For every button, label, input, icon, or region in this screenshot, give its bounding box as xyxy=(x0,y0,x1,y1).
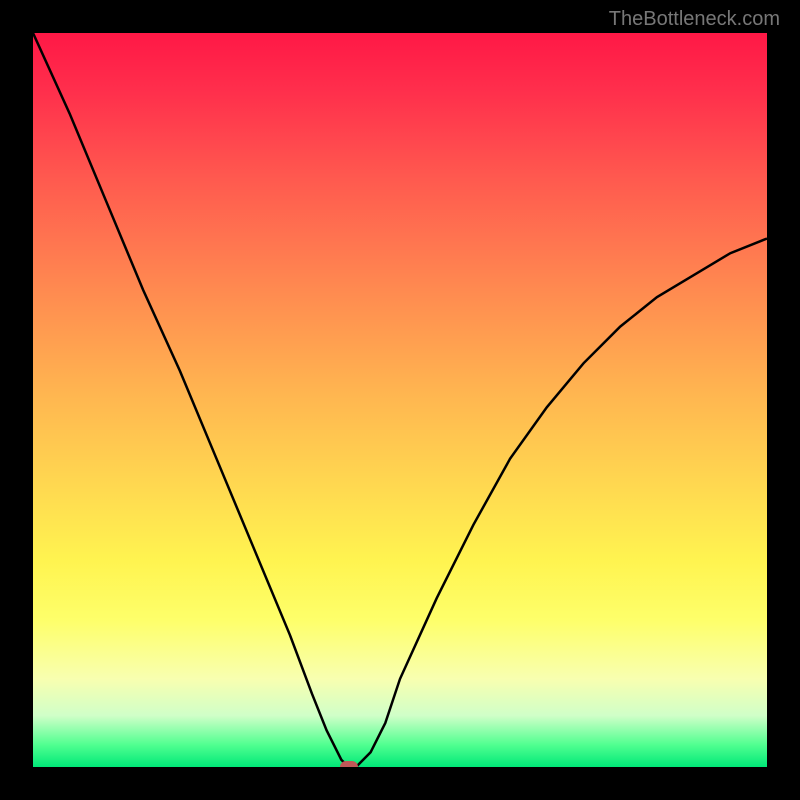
chart-frame: TheBottleneck.com xyxy=(0,0,800,800)
plot-area xyxy=(33,33,767,767)
curve-layer xyxy=(33,33,767,767)
minimum-marker xyxy=(340,761,358,767)
watermark-text: TheBottleneck.com xyxy=(609,8,780,31)
bottleneck-curve xyxy=(33,33,767,767)
